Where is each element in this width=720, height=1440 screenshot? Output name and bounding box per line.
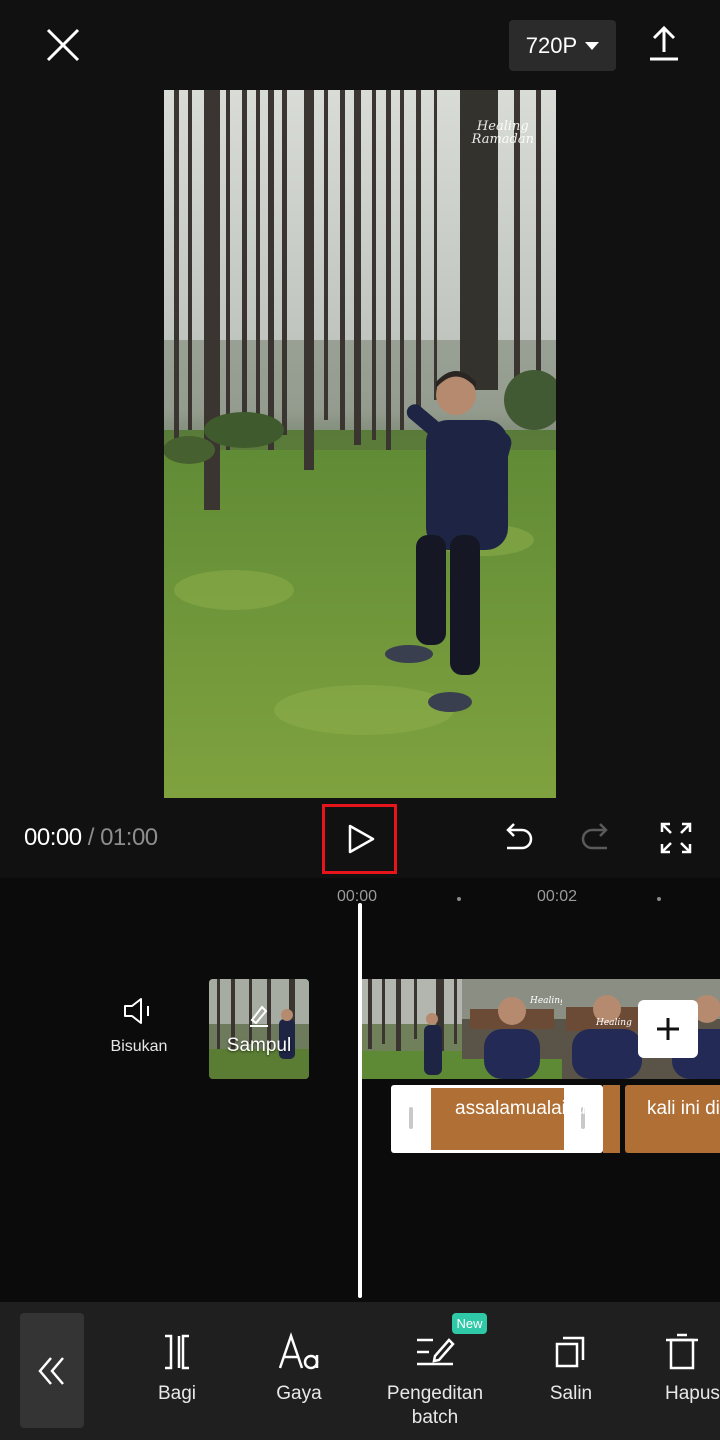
caption-clip[interactable]: kali ini di — [625, 1085, 720, 1153]
collapse-back-button[interactable] — [20, 1313, 84, 1428]
delete-tool[interactable]: Hapus — [662, 1332, 720, 1406]
caption-text: assalamualaikum — [455, 1098, 602, 1119]
clip-frame-image — [362, 979, 462, 1079]
svg-text:Healing: Healing — [595, 1018, 632, 1028]
svg-text:Healing: Healing — [529, 996, 562, 1006]
batch-edit-tool[interactable]: Pengeditan batch — [380, 1332, 490, 1430]
undo-icon — [506, 823, 533, 850]
play-icon — [348, 824, 374, 854]
cover-thumbnail-image — [209, 979, 309, 1079]
edit-pencil-icon — [250, 1005, 268, 1027]
clip-frame — [362, 979, 462, 1079]
resolution-label: 720P — [525, 32, 578, 58]
caret-down-icon — [585, 41, 600, 50]
copy-label: Salin — [549, 1383, 593, 1404]
delete-icon — [666, 1333, 698, 1370]
bottom-toolbar: Bagi Gaya Pengeditan batch New Salin Hap… — [0, 1302, 720, 1440]
timeline[interactable]: 00:00 00:02 Bisukan Sampul Healin Healin… — [0, 878, 720, 1302]
new-badge: New — [452, 1313, 487, 1334]
add-clip-button[interactable] — [638, 1000, 698, 1058]
play-button[interactable] — [322, 804, 397, 874]
timecode: 00:00 / 01:00 — [24, 824, 158, 852]
upload-icon — [650, 25, 678, 61]
mute-label: Bisukan — [110, 1038, 168, 1055]
mute-button[interactable]: Bisukan — [100, 996, 178, 1066]
cover-button[interactable]: Sampul — [209, 979, 309, 1079]
total-time: 01:00 — [100, 824, 158, 851]
caption-text: kali ini di — [647, 1098, 720, 1119]
undo-button[interactable] — [497, 818, 537, 858]
speaker-icon — [124, 998, 149, 1024]
time-separator: / — [87, 824, 95, 851]
split-tool[interactable]: Bagi — [147, 1332, 207, 1406]
watermark-line2: Ramadan — [471, 132, 534, 147]
resolution-dropdown[interactable]: 720P — [509, 20, 616, 71]
fullscreen-button[interactable] — [658, 820, 694, 856]
close-button[interactable] — [38, 20, 88, 70]
ruler-label-0: 00:00 — [337, 888, 378, 905]
clip-frame: Healing — [462, 979, 562, 1079]
ruler-label-1: 00:02 — [537, 888, 578, 905]
export-button[interactable] — [640, 20, 688, 68]
redo-icon — [581, 823, 608, 850]
double-chevron-left-icon — [38, 1356, 64, 1385]
cover-label: Sampul — [226, 1035, 292, 1056]
redo-button[interactable] — [577, 818, 617, 858]
split-label: Bagi — [157, 1383, 197, 1404]
text-style-icon — [278, 1332, 319, 1370]
close-icon — [46, 28, 80, 62]
copy-icon — [555, 1336, 585, 1368]
watermark-logo: Healing Ramadan — [472, 120, 534, 146]
batch-edit-icon — [417, 1338, 455, 1366]
playhead[interactable] — [358, 903, 362, 1298]
style-tool[interactable]: Gaya — [269, 1332, 329, 1406]
ruler-tick — [457, 897, 461, 901]
style-label: Gaya — [276, 1383, 322, 1404]
split-icon — [165, 1334, 189, 1370]
copy-tool[interactable]: Salin — [541, 1332, 601, 1406]
delete-label: Hapus — [665, 1383, 720, 1404]
batch-edit-label: Pengeditan batch — [386, 1383, 484, 1428]
trim-handle-left[interactable] — [409, 1107, 413, 1129]
forest-scene-image — [164, 90, 556, 798]
video-preview[interactable]: Healing Ramadan — [164, 90, 556, 798]
current-time: 00:00 — [24, 824, 82, 851]
clip-frame-image: Healing — [462, 979, 562, 1079]
ruler-tick — [657, 897, 661, 901]
fullscreen-icon — [660, 822, 692, 854]
plus-icon — [657, 1018, 679, 1040]
